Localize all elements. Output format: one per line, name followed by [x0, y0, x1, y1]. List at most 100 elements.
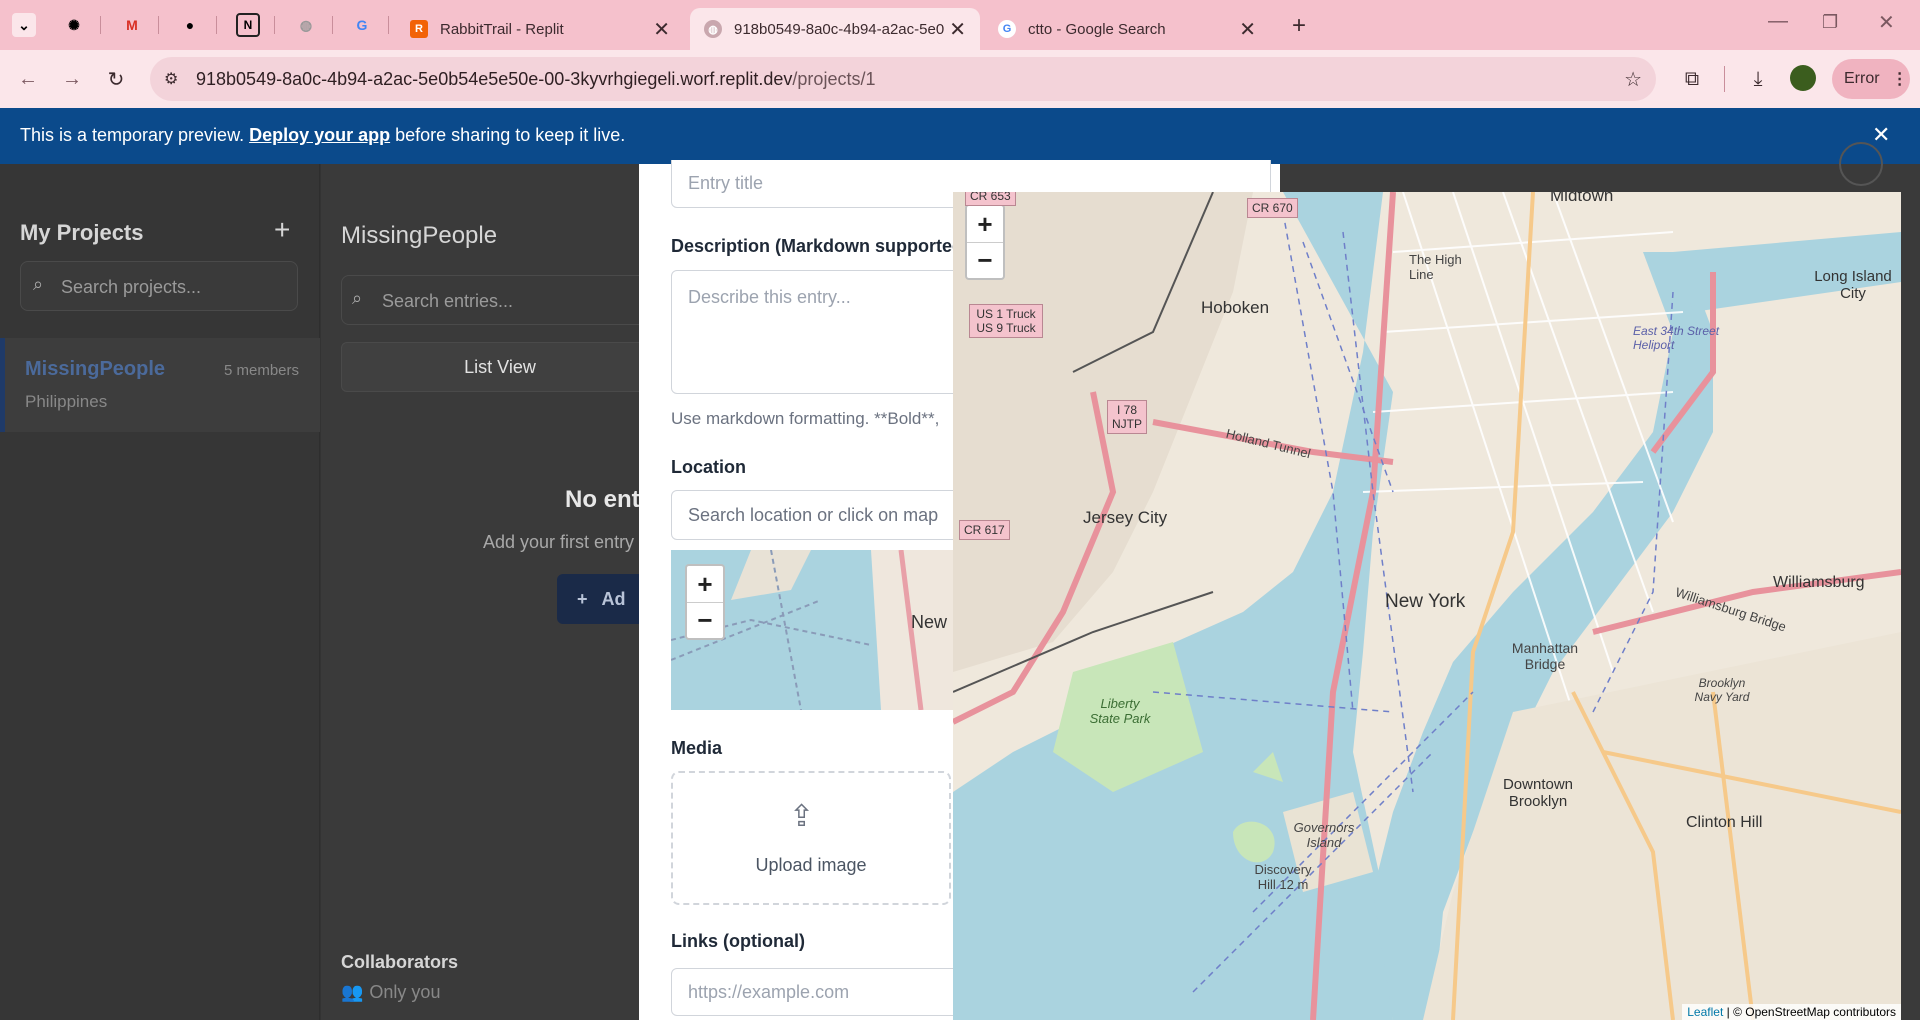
map-label-new-york: New York [1385, 591, 1466, 612]
reload-button[interactable]: ↻ [102, 65, 130, 93]
map-label-jersey-city: Jersey City [1083, 508, 1168, 527]
tab-title: 918b0549-8a0c-4b94-a2ac-5e0 [734, 20, 944, 38]
mini-map-zoom-in-button[interactable]: + [687, 566, 723, 602]
close-banner-button[interactable]: ✕ [1872, 122, 1890, 148]
avatar[interactable] [1790, 65, 1816, 91]
project-search-input[interactable]: ⌕ Search projects... [20, 261, 298, 311]
links-label: Links (optional) [671, 931, 805, 951]
google-icon: G [356, 17, 368, 33]
restore-button[interactable]: ❐ [1822, 12, 1838, 33]
tab-title: ctto - Google Search [1028, 20, 1166, 38]
empty-state-title: No entr [565, 486, 649, 513]
forward-button[interactable]: → [58, 65, 86, 93]
map-label-high-line: The High Line [1409, 252, 1462, 282]
collaborators-value: 👥 Only you [341, 982, 440, 1003]
banner-text: This is a temporary preview. [20, 125, 245, 145]
attribution-text: | © OpenStreetMap contributors [1726, 1005, 1896, 1019]
map-view[interactable]: + − Midtown Hoboken The High Line Long I… [953, 192, 1901, 1020]
media-label: Media [671, 738, 723, 758]
map-zoom-control: + − [965, 204, 1005, 280]
entries-search-input[interactable]: ⌕ Search entries... [341, 275, 661, 325]
leaflet-link[interactable]: Leaflet [1687, 1005, 1723, 1019]
tab-search-button[interactable]: ⌄ [12, 13, 36, 37]
search-icon: ⌕ [352, 288, 363, 308]
url-host: 918b0549-8a0c-4b94-a2ac-5e0b54e5e50e-00-… [196, 69, 793, 89]
add-project-button[interactable]: + [274, 214, 290, 246]
map-label-clinton-hill: Clinton Hill [1686, 814, 1763, 831]
minimize-button[interactable]: — [1768, 10, 1788, 33]
location-mini-map[interactable]: + − New [671, 550, 971, 710]
deploy-link[interactable]: Deploy your app [249, 125, 390, 145]
google-icon: G [998, 20, 1016, 38]
close-icon[interactable]: ✕ [1239, 17, 1256, 42]
extensions-icon[interactable]: ⧉ [1678, 65, 1706, 93]
shield-us1: US 1 Truck [976, 307, 1036, 321]
user-avatar-button[interactable] [1839, 142, 1883, 186]
github-icon: ● [185, 17, 195, 33]
list-view-tab[interactable]: List View [341, 342, 659, 392]
map-label-long-island-city: Long Island City [1814, 268, 1892, 302]
add-entry-label: Ad [601, 588, 626, 609]
sidebar: My Projects + ⌕ Search projects... Missi… [0, 164, 320, 1020]
mini-map-zoom-control: + − [685, 564, 725, 640]
omnibox[interactable]: ⚙ 918b0549-8a0c-4b94-a2ac-5e0b54e5e50e-0… [150, 57, 1656, 101]
search-icon: ⌕ [33, 274, 44, 294]
pinned-tab-openai[interactable]: ✺ [62, 13, 86, 37]
map-label-williamsburg: Williamsburg [1773, 574, 1865, 591]
pinned-tab-globe[interactable]: ◍ [294, 13, 318, 37]
project-list-item[interactable]: MissingPeople 5 members Philippines [0, 338, 320, 432]
upload-label: Upload image [755, 855, 867, 875]
mini-map-label: New [911, 612, 948, 632]
project-members: 5 members [224, 362, 300, 379]
shield-i78-label: I 78 [1116, 403, 1137, 417]
shield-cr670: CR 670 [1247, 198, 1298, 218]
pinned-tab-google[interactable]: G [350, 13, 374, 37]
address-bar-row: ← → ↻ ⚙ 918b0549-8a0c-4b94-a2ac-5e0b54e5… [0, 50, 1920, 108]
plus-icon: + [577, 588, 588, 609]
close-icon[interactable]: ✕ [949, 17, 966, 42]
pinned-tab-notion[interactable]: N [236, 13, 260, 37]
mini-map-zoom-out-button[interactable]: − [687, 602, 723, 638]
upload-image-dropzone[interactable]: ⇪ Upload image [671, 771, 951, 905]
chevron-down-icon: ⌄ [18, 16, 30, 33]
map-label-liberty-state-park: Liberty State Park [1089, 696, 1151, 726]
tab-bar: ⌄ ✺ M ● N ◍ G R RabbitTrail - Replit ✕ ◍… [0, 0, 1920, 50]
markdown-hint: Use markdown formatting. **Bold**, [671, 409, 940, 428]
search-placeholder: Search entries... [382, 291, 514, 311]
collaborators-text: Only you [369, 982, 441, 1002]
tab-title: RabbitTrail - Replit [440, 20, 564, 38]
tab-google-search[interactable]: G ctto - Google Search ✕ [986, 8, 1270, 50]
map-label-discovery-hill: Discovery Hill 12 m [1254, 862, 1312, 892]
map-label-midtown: Midtown [1550, 192, 1614, 205]
back-button[interactable]: ← [14, 65, 42, 93]
shield-i78: I 78 NJTP [1107, 400, 1147, 434]
map-attribution: Leaflet | © OpenStreetMap contributors [1682, 1004, 1901, 1020]
tab-active-preview[interactable]: ◍ 918b0549-8a0c-4b94-a2ac-5e0 ✕ [690, 8, 980, 50]
map-zoom-out-button[interactable]: − [967, 242, 1003, 278]
map-zoom-in-button[interactable]: + [967, 206, 1003, 242]
bookmark-star-icon[interactable]: ☆ [1624, 67, 1642, 92]
pinned-tab-github[interactable]: ● [178, 13, 202, 37]
new-tab-button[interactable]: + [1292, 12, 1306, 40]
close-icon: ✕ [1872, 122, 1891, 147]
tab-replit[interactable]: R RabbitTrail - Replit ✕ [400, 8, 684, 50]
replit-icon: R [410, 20, 428, 38]
site-info-icon[interactable]: ⚙ [164, 69, 178, 89]
shield-us9: US 9 Truck [976, 321, 1036, 335]
preview-banner: This is a temporary preview. Deploy your… [0, 108, 1920, 164]
description-label: Description (Markdown supported) [671, 236, 970, 256]
arrow-left-icon: ← [18, 67, 38, 90]
project-name: MissingPeople [25, 358, 166, 380]
entry-title-placeholder: Entry title [688, 173, 764, 193]
close-window-button[interactable]: ✕ [1878, 10, 1895, 35]
url-path: /projects/1 [792, 69, 876, 89]
download-icon[interactable]: ⤓ [1744, 65, 1772, 93]
profile-error-button[interactable]: Error ⋮ [1832, 59, 1910, 99]
close-icon[interactable]: ✕ [653, 17, 670, 42]
pinned-tab-gmail[interactable]: M [120, 13, 144, 37]
project-location: Philippines [25, 392, 108, 411]
map-label-manhattan-bridge: Manhattan Bridge [1511, 640, 1579, 672]
shield-cr653: CR 653 [965, 192, 1016, 206]
map-label-hoboken: Hoboken [1201, 298, 1270, 317]
shield-us-truck: US 1 Truck US 9 Truck [969, 304, 1043, 338]
